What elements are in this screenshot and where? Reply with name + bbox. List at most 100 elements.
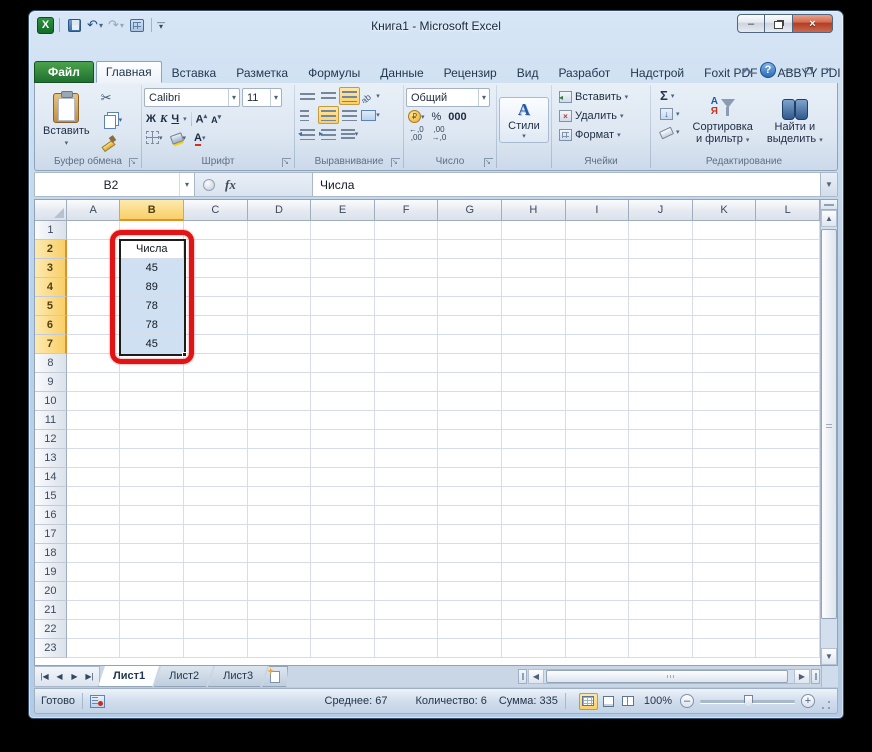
cell-A8[interactable] bbox=[66, 354, 121, 373]
cell-I8[interactable] bbox=[565, 354, 630, 373]
cell-L22[interactable] bbox=[756, 620, 820, 639]
row-header-15[interactable]: 15 bbox=[35, 487, 67, 506]
cell-H2[interactable] bbox=[502, 240, 566, 259]
decrease-decimal-icon[interactable]: ,00 →,0 bbox=[432, 126, 447, 142]
cell-L10[interactable] bbox=[756, 392, 820, 411]
cell-D15[interactable] bbox=[247, 487, 312, 506]
cell-C21[interactable] bbox=[184, 601, 248, 620]
cell-J16[interactable] bbox=[629, 506, 693, 525]
cell-L14[interactable] bbox=[756, 468, 820, 487]
zoom-out-button[interactable]: – bbox=[680, 694, 694, 708]
cell-E6[interactable] bbox=[311, 316, 375, 335]
cell-L9[interactable] bbox=[756, 373, 820, 392]
cell-B2[interactable]: Числа bbox=[120, 240, 185, 259]
cell-D9[interactable] bbox=[247, 373, 312, 392]
cell-H8[interactable] bbox=[502, 354, 566, 373]
cell-K21[interactable] bbox=[692, 601, 757, 620]
cell-G19[interactable] bbox=[438, 563, 503, 582]
cell-B16[interactable] bbox=[120, 506, 185, 525]
cell-K6[interactable] bbox=[692, 316, 757, 335]
cell-I1[interactable] bbox=[565, 221, 630, 240]
cell-A1[interactable] bbox=[66, 221, 121, 240]
cell-A23[interactable] bbox=[66, 639, 121, 658]
cell-D6[interactable] bbox=[247, 316, 312, 335]
find-select-button[interactable]: Найти и выделить ▾ bbox=[763, 88, 827, 155]
prev-sheet-icon[interactable]: ◀ bbox=[52, 672, 67, 681]
cell-J19[interactable] bbox=[629, 563, 693, 582]
tab-Данные[interactable]: Данные bbox=[370, 61, 433, 83]
cell-C12[interactable] bbox=[184, 430, 248, 449]
comma-style-button[interactable]: 000 bbox=[448, 111, 466, 123]
tab-Главная[interactable]: Главная bbox=[95, 61, 162, 83]
cell-D2[interactable] bbox=[247, 240, 312, 259]
cell-D20[interactable] bbox=[247, 582, 312, 601]
cell-E11[interactable] bbox=[311, 411, 375, 430]
row-header-12[interactable]: 12 bbox=[35, 430, 67, 449]
cell-C18[interactable] bbox=[184, 544, 248, 563]
page-layout-view-button[interactable] bbox=[599, 693, 618, 710]
cell-C11[interactable] bbox=[184, 411, 248, 430]
chevron-down-icon[interactable]: ▾ bbox=[65, 139, 69, 147]
cell-A5[interactable] bbox=[66, 297, 121, 316]
dialog-launcher-icon[interactable] bbox=[484, 156, 493, 170]
cell-A11[interactable] bbox=[66, 411, 121, 430]
first-sheet-icon[interactable]: |◀ bbox=[37, 672, 52, 681]
cell-A21[interactable] bbox=[66, 601, 121, 620]
cell-A16[interactable] bbox=[66, 506, 121, 525]
cell-B11[interactable] bbox=[120, 411, 185, 430]
cell-I6[interactable] bbox=[565, 316, 630, 335]
cell-E14[interactable] bbox=[311, 468, 375, 487]
zoom-in-button[interactable]: + bbox=[801, 694, 815, 708]
column-header-K[interactable]: K bbox=[692, 200, 757, 221]
cell-G16[interactable] bbox=[438, 506, 503, 525]
cut-button[interactable]: ✂ bbox=[98, 88, 126, 108]
cell-B18[interactable] bbox=[120, 544, 185, 563]
cell-D16[interactable] bbox=[247, 506, 312, 525]
cell-L18[interactable] bbox=[756, 544, 820, 563]
tab-Вставка[interactable]: Вставка bbox=[162, 61, 227, 83]
paste-button[interactable]: Вставить ▾ bbox=[39, 88, 94, 152]
cell-H16[interactable] bbox=[502, 506, 566, 525]
cell-A20[interactable] bbox=[66, 582, 121, 601]
cell-G7[interactable] bbox=[438, 335, 503, 354]
cell-J15[interactable] bbox=[629, 487, 693, 506]
cell-E3[interactable] bbox=[311, 259, 375, 278]
cell-H22[interactable] bbox=[502, 620, 566, 639]
minimize-button[interactable]: – bbox=[737, 14, 765, 33]
tab-Вид[interactable]: Вид bbox=[507, 61, 549, 83]
row-header-6[interactable]: 6 bbox=[35, 316, 67, 335]
cell-H6[interactable] bbox=[502, 316, 566, 335]
cell-L7[interactable] bbox=[756, 335, 820, 354]
align-left-button[interactable] bbox=[297, 106, 318, 124]
horizontal-scrollbar[interactable]: ◀ ▶ bbox=[517, 666, 838, 687]
name-box[interactable]: B2 ▾ bbox=[35, 173, 195, 196]
cell-H4[interactable] bbox=[502, 278, 566, 297]
format-painter-button[interactable] bbox=[98, 132, 126, 152]
cell-G12[interactable] bbox=[438, 430, 503, 449]
cell-E13[interactable] bbox=[311, 449, 375, 468]
cell-F10[interactable] bbox=[374, 392, 439, 411]
cell-I14[interactable] bbox=[565, 468, 630, 487]
cell-L1[interactable] bbox=[756, 221, 820, 240]
tab-Разметка[interactable]: Разметка bbox=[226, 61, 298, 83]
cell-B12[interactable] bbox=[120, 430, 185, 449]
cell-K4[interactable] bbox=[692, 278, 757, 297]
fill-button[interactable]: ↓ ▾ bbox=[657, 106, 683, 121]
cell-D17[interactable] bbox=[247, 525, 312, 544]
cell-K19[interactable] bbox=[692, 563, 757, 582]
cell-E4[interactable] bbox=[311, 278, 375, 297]
cell-A17[interactable] bbox=[66, 525, 121, 544]
row-header-9[interactable]: 9 bbox=[35, 373, 67, 392]
percent-style-button[interactable]: % bbox=[432, 111, 442, 123]
align-right-button[interactable] bbox=[339, 106, 360, 124]
cell-D5[interactable] bbox=[247, 297, 312, 316]
cell-K22[interactable] bbox=[692, 620, 757, 639]
cell-I15[interactable] bbox=[565, 487, 630, 506]
cell-I7[interactable] bbox=[565, 335, 630, 354]
align-top-button[interactable] bbox=[297, 87, 318, 105]
cell-F17[interactable] bbox=[374, 525, 439, 544]
cell-D3[interactable] bbox=[247, 259, 312, 278]
cell-L17[interactable] bbox=[756, 525, 820, 544]
increase-indent-button[interactable] bbox=[318, 125, 339, 143]
wrap-text-button[interactable]: ▾ bbox=[339, 125, 360, 143]
